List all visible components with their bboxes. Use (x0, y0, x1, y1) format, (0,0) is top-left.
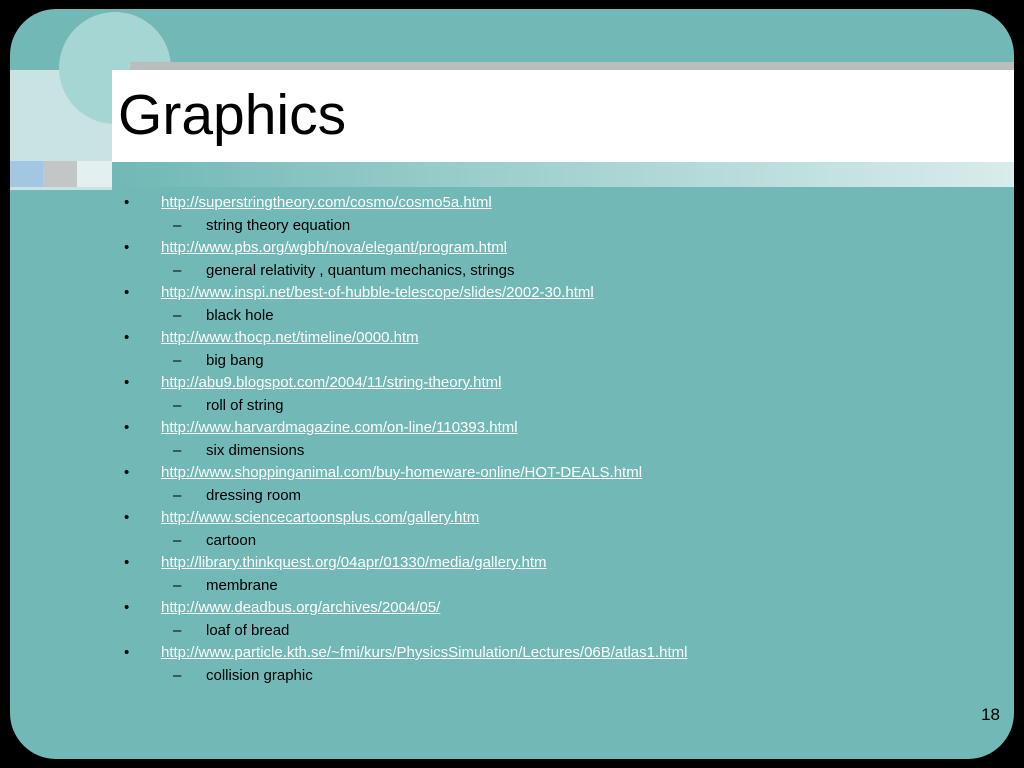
source-link[interactable]: http://www.shoppinganimal.com/buy-homewa… (161, 462, 642, 485)
source-link[interactable]: http://www.particle.kth.se/~fmi/kurs/Phy… (161, 642, 687, 665)
dash-glyph: – (173, 261, 182, 279)
description-row: – membrane (10, 575, 1014, 598)
link-row: • http://abu9.blogspot.com/2004/11/string… (10, 372, 1014, 395)
list-item: • http://www.harvardmagazine.com/on-line/… (10, 417, 1014, 462)
dash-glyph: – (173, 396, 182, 414)
link-description: cartoon (206, 531, 257, 549)
dash-glyph: – (173, 486, 182, 504)
link-description: string theory equation (206, 216, 351, 234)
decor-grey-bar (130, 62, 1014, 70)
bullet-glyph: • (124, 194, 130, 211)
dash-glyph: – (173, 531, 182, 549)
dash-glyph: – (173, 216, 182, 234)
link-row: • http://www.shoppinganimal.com/buy-homew… (10, 462, 1014, 485)
description-row: – big bang (10, 350, 1014, 373)
description-row: – black hole (10, 305, 1014, 328)
description-row: – roll of string (10, 395, 1014, 418)
link-description: general relativity , quantum mechanics, … (206, 261, 515, 279)
decor-gradient-band (112, 162, 1014, 187)
link-row: • http://www.harvardmagazine.com/on-line/… (10, 417, 1014, 440)
link-description: dressing room (206, 486, 302, 504)
link-row: • http://superstringtheory.com/cosmo/cosm… (10, 192, 1014, 215)
dash-glyph: – (173, 351, 182, 369)
link-description: roll of string (206, 396, 284, 414)
link-description: loaf of bread (206, 621, 290, 639)
decor-square-grey (43, 161, 77, 187)
source-link[interactable]: http://www.deadbus.org/archives/2004/05/ (161, 597, 440, 620)
bullet-glyph: • (124, 644, 130, 661)
link-row: • http://library.thinkquest.org/04apr/013… (10, 552, 1014, 575)
bullet-glyph: • (124, 329, 130, 346)
description-row: – six dimensions (10, 440, 1014, 463)
slide: Graphics • http://superstringtheory.com/c… (10, 9, 1014, 759)
link-row: • http://www.thocp.net/timeline/0000.htm (10, 327, 1014, 350)
slide-title: Graphics (118, 83, 347, 147)
dash-glyph: – (173, 576, 182, 594)
description-row: – collision graphic (10, 665, 1014, 688)
link-row: • http://www.deadbus.org/archives/2004/05… (10, 597, 1014, 620)
page-number: 18 (981, 705, 1000, 724)
list-item: • http://www.particle.kth.se/~fmi/kurs/Ph… (10, 642, 1014, 687)
link-row: • http://www.pbs.org/wgbh/nova/elegant/pr… (10, 237, 1014, 260)
decor-square-pale (77, 161, 112, 187)
list-item: • http://www.pbs.org/wgbh/nova/elegant/pr… (10, 237, 1014, 282)
bullet-glyph: • (124, 419, 130, 436)
list-item: • http://www.sciencecartoonsplus.com/gall… (10, 507, 1014, 552)
link-list: • http://superstringtheory.com/cosmo/cosm… (10, 192, 1014, 687)
dash-glyph: – (173, 666, 182, 684)
link-row: • http://www.inspi.net/best-of-hubble-tel… (10, 282, 1014, 305)
dash-glyph: – (173, 621, 182, 639)
link-description: collision graphic (206, 666, 313, 684)
description-row: – general relativity , quantum mechanics,… (10, 260, 1014, 283)
bullet-glyph: • (124, 239, 130, 256)
list-item: • http://library.thinkquest.org/04apr/013… (10, 552, 1014, 597)
link-description: six dimensions (206, 441, 305, 459)
source-link[interactable]: http://abu9.blogspot.com/2004/11/string-… (161, 372, 501, 395)
dash-glyph: – (173, 306, 182, 324)
list-item: • http://www.shoppinganimal.com/buy-homew… (10, 462, 1014, 507)
bullet-glyph: • (124, 464, 130, 481)
source-link[interactable]: http://www.sciencecartoonsplus.com/galle… (161, 507, 479, 530)
list-item: • http://www.deadbus.org/archives/2004/05… (10, 597, 1014, 642)
source-link[interactable]: http://www.thocp.net/timeline/0000.htm (161, 327, 419, 350)
list-item: • http://abu9.blogspot.com/2004/11/string… (10, 372, 1014, 417)
list-item: • http://www.inspi.net/best-of-hubble-tel… (10, 282, 1014, 327)
source-link[interactable]: http://www.pbs.org/wgbh/nova/elegant/pro… (161, 237, 507, 260)
description-row: – cartoon (10, 530, 1014, 553)
link-description: membrane (206, 576, 278, 594)
bullet-glyph: • (124, 374, 130, 391)
description-row: – string theory equation (10, 215, 1014, 238)
link-description: big bang (206, 351, 264, 369)
dash-glyph: – (173, 441, 182, 459)
link-description: black hole (206, 306, 274, 324)
bullet-glyph: • (124, 599, 130, 616)
list-item: • http://www.thocp.net/timeline/0000.htm –… (10, 327, 1014, 372)
source-link[interactable]: http://superstringtheory.com/cosmo/cosmo… (161, 192, 492, 215)
link-row: • http://www.particle.kth.se/~fmi/kurs/Ph… (10, 642, 1014, 665)
link-row: • http://www.sciencecartoonsplus.com/gall… (10, 507, 1014, 530)
description-row: – loaf of bread (10, 620, 1014, 643)
bullet-glyph: • (124, 284, 130, 301)
source-link[interactable]: http://www.inspi.net/best-of-hubble-tele… (161, 282, 594, 305)
bullet-glyph: • (124, 554, 130, 571)
source-link[interactable]: http://www.harvardmagazine.com/on-line/1… (161, 417, 518, 440)
list-item: • http://superstringtheory.com/cosmo/cosm… (10, 192, 1014, 237)
bullet-glyph: • (124, 509, 130, 526)
source-link[interactable]: http://library.thinkquest.org/04apr/0133… (161, 552, 547, 575)
description-row: – dressing room (10, 485, 1014, 508)
decor-square-blue (10, 161, 43, 187)
